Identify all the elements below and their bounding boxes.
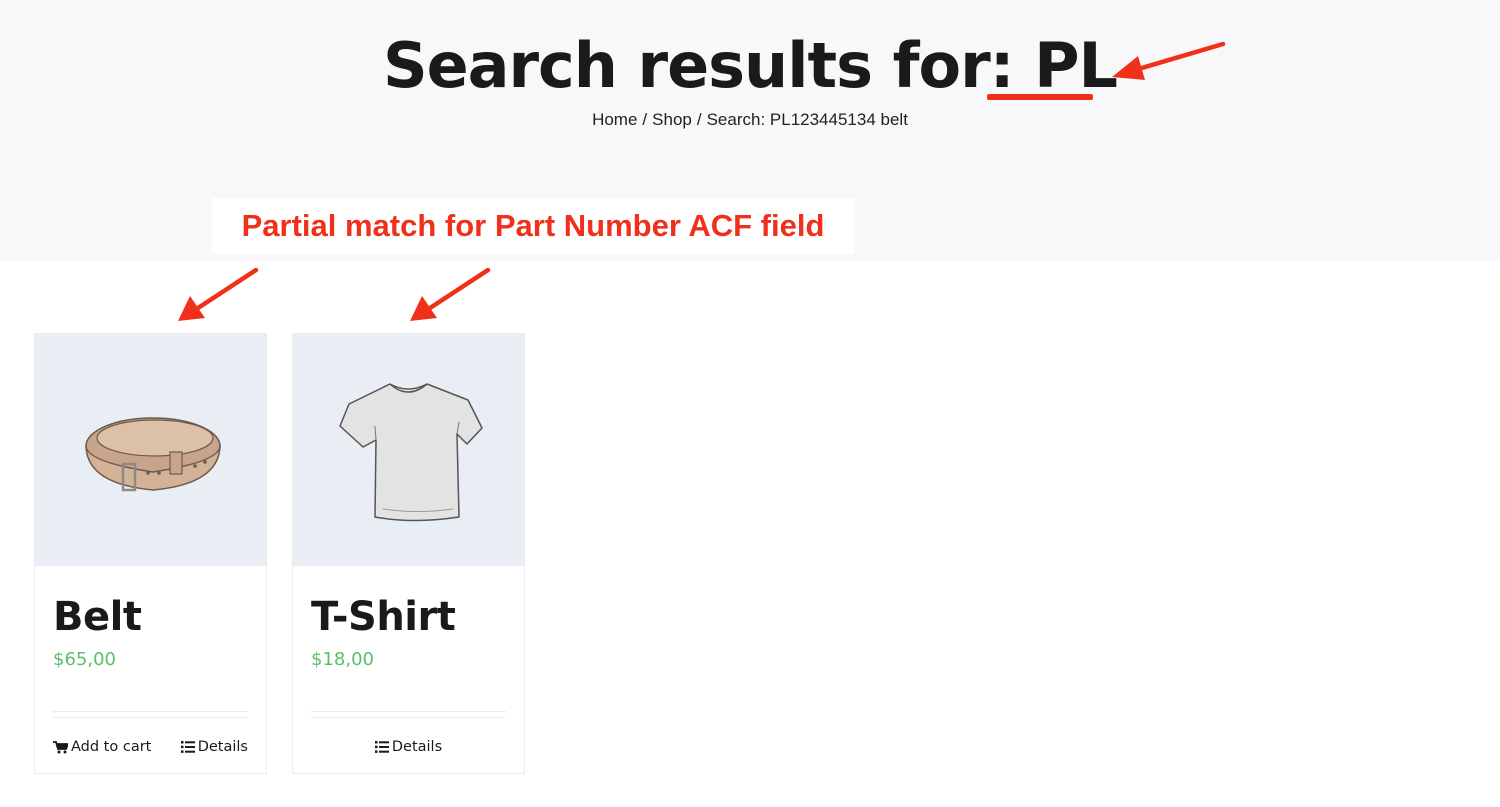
add-to-cart-button[interactable]: Add to cart [53, 739, 151, 755]
product-card-tshirt[interactable]: T-Shirt $18,00 Details [292, 333, 525, 774]
cart-icon [53, 740, 68, 753]
product-image[interactable] [35, 334, 266, 566]
list-icon [180, 741, 195, 753]
divider [53, 711, 248, 712]
details-label: Details [391, 739, 443, 755]
list-icon [374, 741, 389, 753]
divider [311, 717, 506, 718]
product-price: $18,00 [311, 649, 374, 670]
search-term: PL [1034, 29, 1118, 102]
breadcrumb-home[interactable]: Home [592, 110, 637, 129]
product-price: $65,00 [53, 649, 116, 670]
product-image[interactable] [293, 334, 524, 566]
tshirt-image-icon [339, 383, 483, 522]
details-label: Details [197, 739, 248, 755]
divider [311, 711, 506, 712]
arrow-to-belt-icon [178, 267, 259, 321]
arrow-to-tshirt-icon [410, 267, 491, 321]
product-title[interactable]: Belt [53, 592, 142, 642]
breadcrumb-separator: / [696, 110, 702, 129]
breadcrumb: Home / Shop / Search: PL123445134 belt [0, 108, 1500, 132]
add-to-cart-label: Add to cart [71, 739, 152, 755]
product-title[interactable]: T-Shirt [311, 592, 456, 642]
page-title-prefix: Search results for: [382, 29, 1035, 102]
belt-image-icon [85, 417, 221, 492]
product-actions: Details [311, 734, 506, 760]
breadcrumb-shop[interactable]: Shop [652, 110, 692, 129]
details-button[interactable]: Details [180, 739, 248, 755]
product-actions: Add to cart Details [53, 734, 248, 760]
details-button[interactable]: Details [374, 739, 443, 755]
page-title: Search results for: PL [0, 26, 1500, 106]
annotation-label: Partial match for Part Number ACF field [212, 198, 854, 254]
divider [53, 717, 248, 718]
breadcrumb-separator: / [642, 110, 648, 129]
product-card-belt[interactable]: Belt $65,00 Add to cart Details [34, 333, 267, 774]
annotation-underline [987, 94, 1093, 100]
breadcrumb-current: Search: PL123445134 belt [706, 110, 908, 129]
